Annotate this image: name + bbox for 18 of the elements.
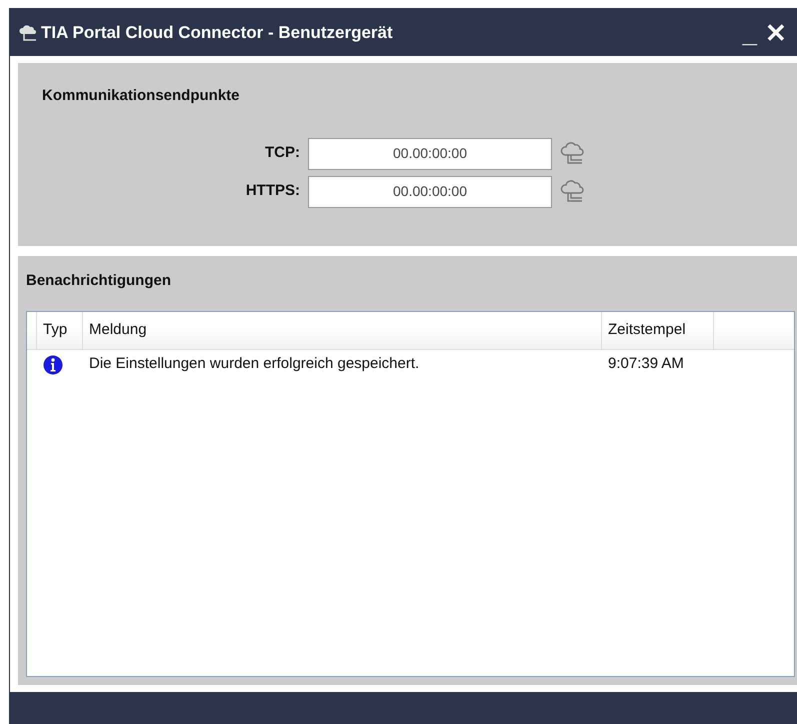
value-field[interactable]: 00.00:00:00 — [308, 138, 552, 170]
column-header[interactable]: Typ — [37, 312, 83, 348]
window-title: TIA Portal Cloud Connector - Benutzergerät — [41, 22, 393, 44]
section-heading: Benachrichtigungen — [26, 271, 172, 291]
field-label: TCP: — [264, 143, 300, 164]
section-heading: Kommunikationsendpunkte — [42, 86, 241, 106]
cloud-icon — [18, 24, 38, 42]
column-header[interactable]: Meldung — [83, 312, 602, 348]
message-cell-text: Die Einstellungen wurden erfolgreich gespeichert. — [88, 354, 420, 374]
time-cell-text: 9:07:39 AM — [607, 354, 685, 374]
field-label: HTTPS: — [244, 181, 300, 202]
minimize-button[interactable]: _ — [738, 20, 761, 46]
cloud-icon — [560, 142, 586, 166]
info-icon — [43, 354, 63, 374]
value-field[interactable]: 00.00:00:00 — [308, 176, 552, 208]
column-header[interactable]: Zeitstempel — [602, 312, 714, 348]
cloud-icon — [560, 180, 586, 204]
close-button[interactable]: ✕ — [761, 20, 791, 46]
